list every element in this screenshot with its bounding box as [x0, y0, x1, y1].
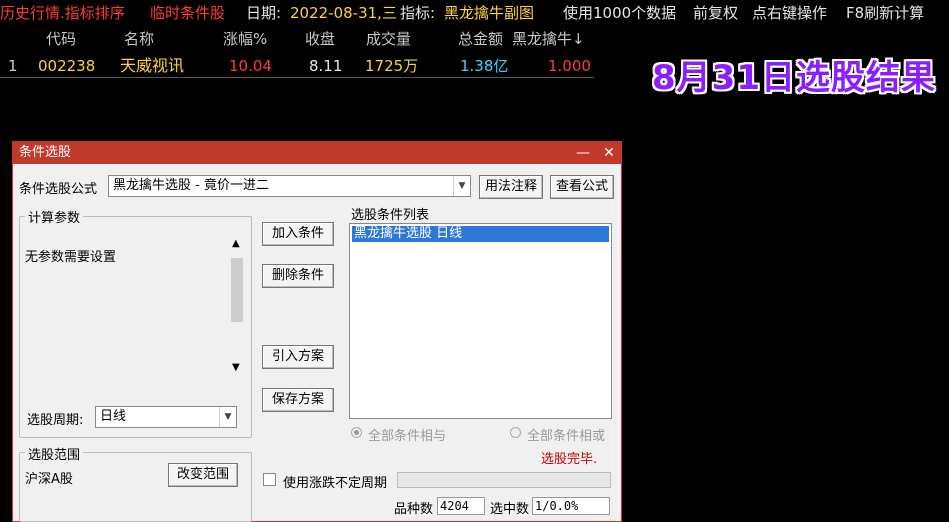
radio-or-label: 全部条件相或 [527, 429, 606, 444]
table-row[interactable]: 1 002238 天威视讯 10.04 8.11 1725万 1.38亿 1.0… [0, 55, 600, 77]
progress-bar [397, 472, 611, 488]
view-formula-button[interactable]: 查看公式 [550, 175, 614, 199]
no-params-text: 无参数需要设置 [25, 250, 117, 265]
cond-list-label: 选股条件列表 [351, 208, 430, 223]
dialog-title: 条件选股 [19, 145, 72, 160]
usage-notes-button[interactable]: 用法注释 [479, 175, 543, 199]
date-label: 日期: [246, 4, 282, 22]
selected-label: 选中数 [490, 502, 530, 517]
chevron-down-icon[interactable]: ▼ [219, 407, 236, 427]
row-divider [0, 77, 594, 78]
row-index: 1 [8, 57, 18, 75]
variety-field: 4204 [437, 497, 485, 515]
list-item[interactable]: 黑龙擒牛选股 日线 [352, 226, 609, 242]
import-plan-button[interactable]: 引入方案 [262, 345, 334, 369]
col-change[interactable]: 涨幅% [223, 28, 267, 50]
col-indicator[interactable]: 黑龙擒牛↓ [512, 28, 585, 50]
variety-label: 品种数 [394, 502, 434, 517]
save-plan-button[interactable]: 保存方案 [262, 388, 334, 412]
row-indicator: 1.000 [548, 57, 591, 75]
temp-condition-stocks[interactable]: 临时条件股 [150, 0, 225, 26]
row-name: 天威视讯 [120, 56, 185, 75]
row-volume: 1725万 [365, 57, 419, 75]
scroll-thumb[interactable] [231, 258, 243, 322]
indicator-value[interactable]: 黑龙擒牛副图 [444, 0, 534, 26]
range-value: 沪深A股 [25, 472, 73, 487]
params-scrollbar[interactable]: ▲ ▼ [229, 238, 245, 378]
selected-field: 1/0.0% [532, 497, 610, 515]
col-code[interactable]: 代码 [46, 28, 76, 50]
minimize-icon[interactable]: — [573, 142, 593, 164]
radio-or[interactable] [510, 427, 521, 438]
row-change: 10.04 [229, 57, 272, 75]
forward-adjust[interactable]: 前复权 [693, 0, 738, 26]
row-code: 002238 [38, 57, 96, 75]
period-label: 选股周期: [27, 413, 84, 428]
irregular-period-checkbox[interactable] [263, 473, 276, 486]
close-icon[interactable]: ✕ [599, 142, 619, 164]
date-value: 2022-08-31,三 [290, 4, 397, 22]
period-select[interactable]: 日线 ▼ [95, 406, 237, 428]
dialog-titlebar[interactable]: 条件选股 — ✕ [13, 142, 621, 164]
indicator-label: 指标: [400, 4, 436, 22]
range-label: 选股范围 [25, 444, 84, 463]
history-quote-menu[interactable]: 历史行情.指标排序 [0, 0, 125, 26]
col-volume[interactable]: 成交量 [366, 28, 411, 50]
status-text: 选股完毕. [541, 452, 598, 467]
row-amount: 1.38亿 [460, 57, 509, 75]
f8-refresh-hint: F8刷新计算 [846, 4, 925, 22]
period-value: 日线 [100, 409, 127, 424]
col-close[interactable]: 收盘 [305, 28, 335, 50]
scroll-down-icon[interactable]: ▼ [232, 362, 240, 373]
formula-value: 黑龙擒牛选股 - 竟价一进二 [113, 178, 269, 193]
irregular-period-label: 使用涨跌不定周期 [283, 476, 388, 491]
radio-and[interactable] [351, 427, 362, 438]
col-amount[interactable]: 总金额 [458, 28, 503, 50]
formula-select[interactable]: 黑龙擒牛选股 - 竟价一进二 ▼ [108, 175, 471, 197]
condition-stock-dialog: 条件选股 — ✕ 条件选股公式 黑龙擒牛选股 - 竟价一进二 ▼ 用法注释 查看… [12, 141, 622, 522]
condition-list[interactable]: 黑龙擒牛选股 日线 [349, 223, 612, 419]
chevron-down-icon[interactable]: ▼ [453, 176, 470, 196]
result-title: 8月31日选股结果 [652, 58, 936, 98]
right-click-hint: 点右键操作 [752, 4, 828, 22]
scroll-up-icon[interactable]: ▲ [232, 238, 240, 249]
top-status-bar: 历史行情.指标排序 临时条件股 日期: 2022-08-31,三 指标: 黑龙擒… [0, 0, 949, 26]
table-header: 代码 名称 涨幅% 收盘 成交量 总金额 黑龙擒牛↓ [0, 28, 600, 50]
radio-and-label: 全部条件相与 [368, 429, 447, 444]
calc-params-label: 计算参数 [25, 207, 84, 226]
formula-label: 条件选股公式 [19, 182, 98, 197]
row-close: 8.11 [309, 57, 343, 75]
delete-condition-button[interactable]: 删除条件 [262, 264, 334, 288]
add-condition-button[interactable]: 加入条件 [262, 222, 334, 246]
col-name[interactable]: 名称 [124, 28, 154, 50]
data-count: 使用1000个数据 [563, 4, 677, 22]
col-indicator-label: 黑龙擒牛↓ [512, 30, 585, 48]
change-range-button[interactable]: 改变范围 [168, 463, 238, 487]
